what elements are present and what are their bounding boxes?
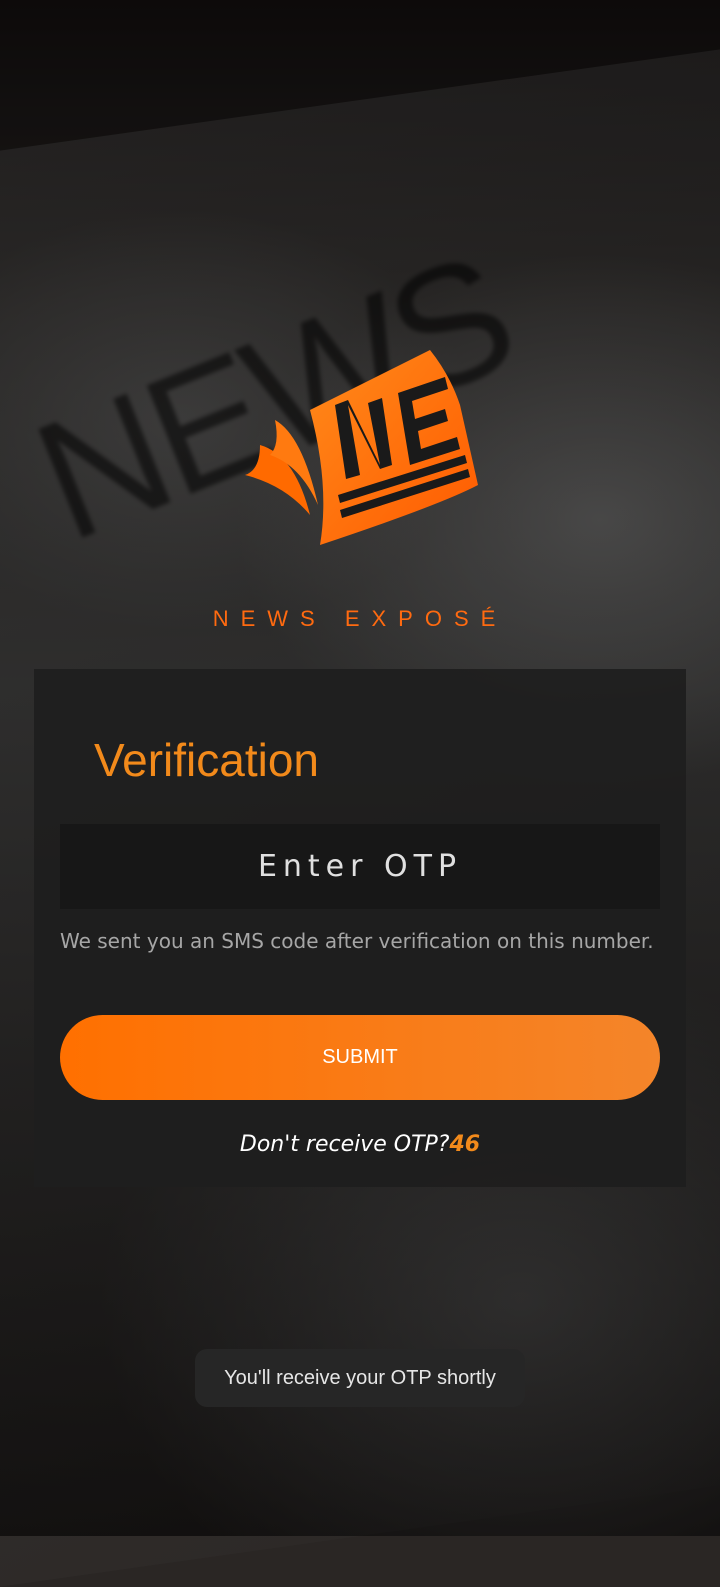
brand-name: NEWS EXPOSÉ: [212, 606, 508, 631]
verification-card: Verification We sent you an SMS code aft…: [34, 669, 686, 1187]
resend-prompt: Don't receive OTP?: [239, 1132, 450, 1157]
submit-button[interactable]: SUBMIT: [60, 1015, 660, 1100]
resend-otp: Don't receive OTP?46: [34, 1132, 686, 1157]
sms-info-text: We sent you an SMS code after verificati…: [60, 929, 654, 953]
page-title: Verification: [94, 734, 320, 786]
otp-input[interactable]: [60, 824, 660, 909]
resend-timer: 46: [449, 1132, 481, 1157]
toast-message: You'll receive your OTP shortly: [195, 1349, 525, 1407]
ne-newspaper-logo-icon: [245, 350, 478, 545]
